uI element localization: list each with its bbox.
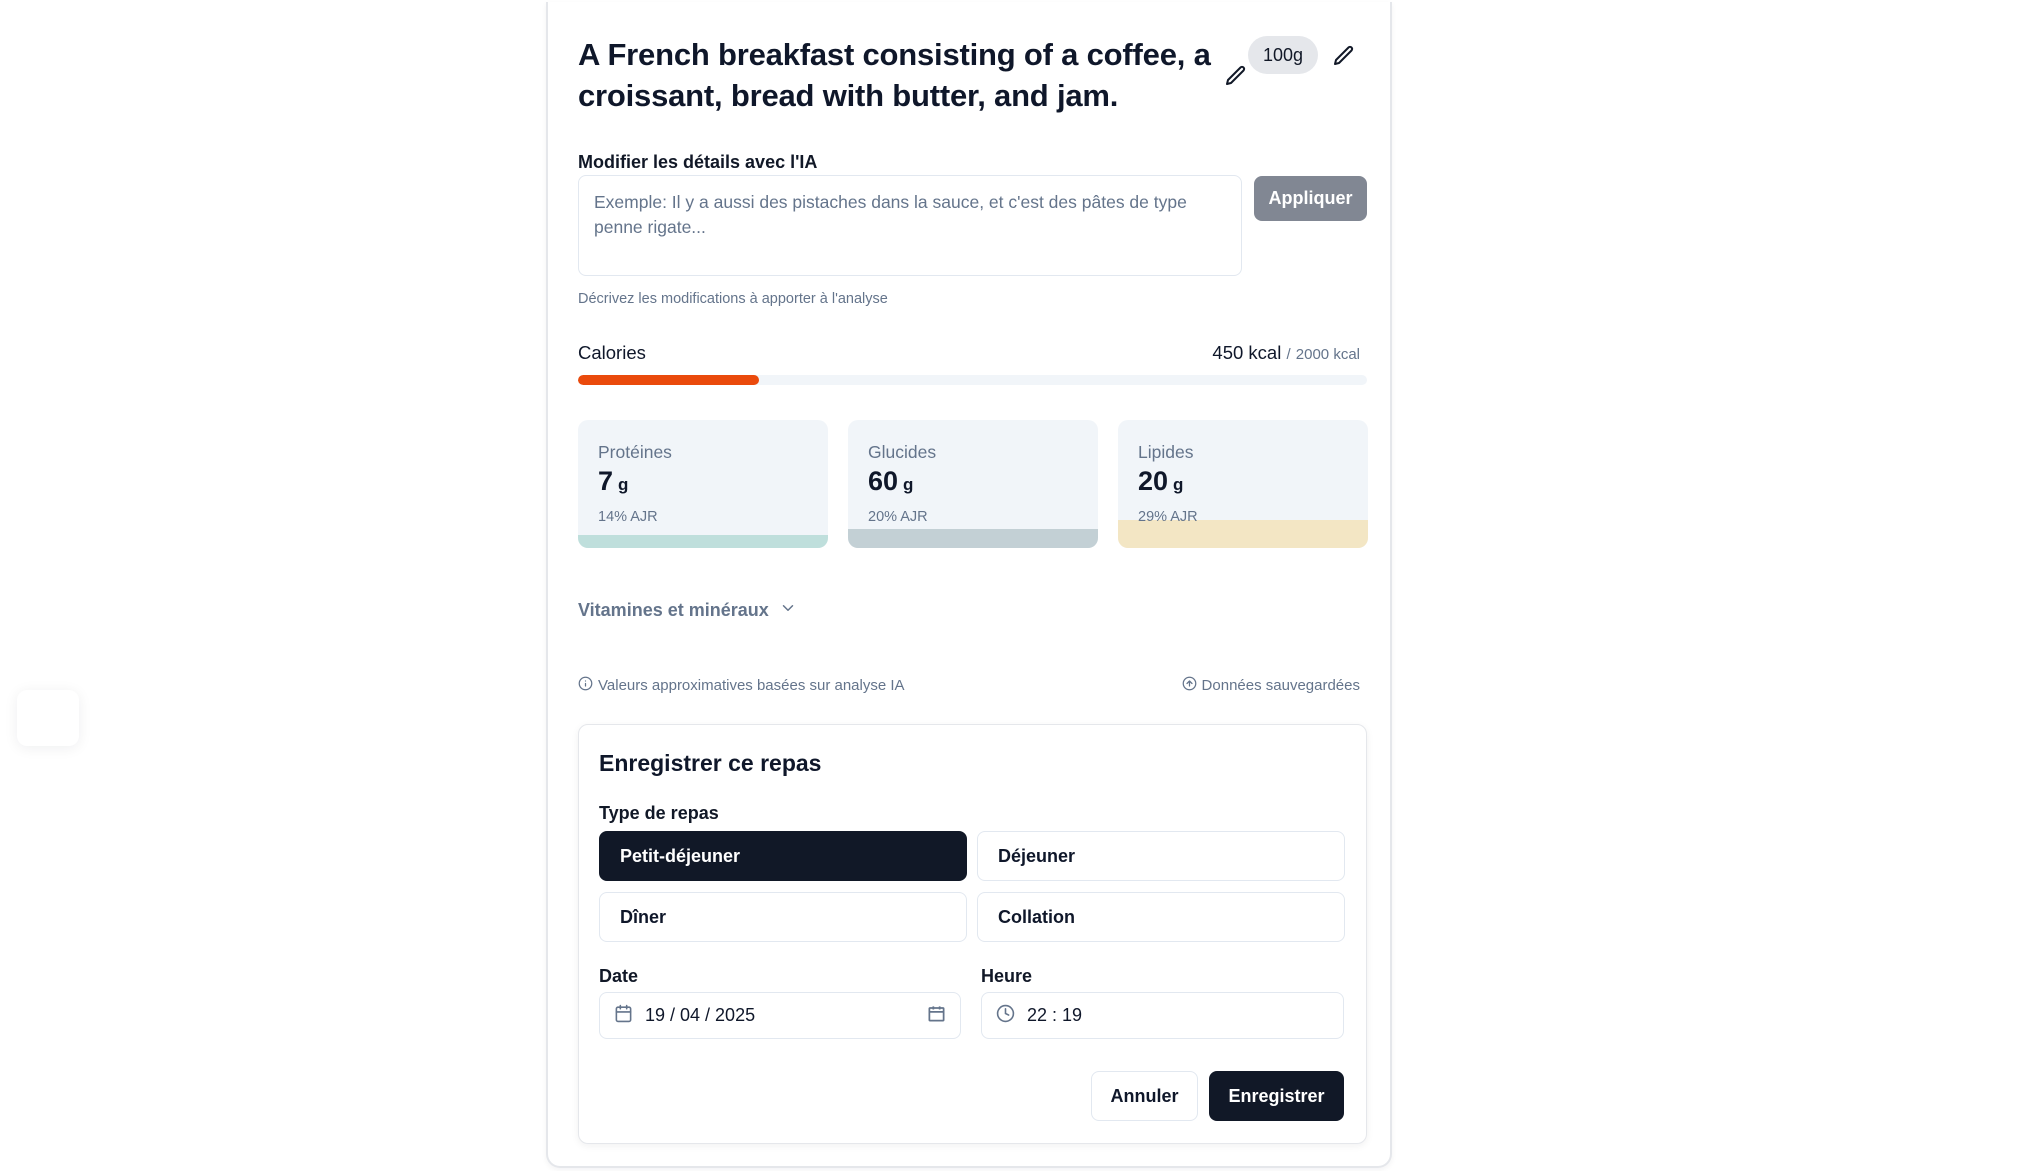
macro-name: Lipides [1138, 442, 1194, 462]
time-label: Heure [981, 966, 1033, 986]
calories-value: 450 kcal / 2000 kcal [1212, 342, 1360, 364]
cancel-button[interactable]: Annuler [1091, 1071, 1198, 1121]
save-button[interactable]: Enregistrer [1209, 1071, 1344, 1121]
macro-fill [848, 528, 1098, 548]
ai-edit-input[interactable] [578, 175, 1242, 276]
meal-type-snack[interactable]: Collation [977, 892, 1345, 942]
macro-card-fats: Lipides 20 g 29% AJR [1118, 420, 1368, 548]
macro-card-carbs: Glucides 60 g 20% AJR [848, 420, 1098, 548]
calories-progress-fill [578, 375, 760, 385]
macro-name: Glucides [868, 442, 937, 462]
meal-type-breakfast[interactable]: Petit-déjeuner [599, 831, 967, 881]
upload-circle-icon [1182, 676, 1197, 695]
approximation-text: Valeurs approximatives basées sur analys… [598, 677, 905, 694]
calendar-icon [614, 1004, 633, 1028]
save-meal-panel: Enregistrer ce repas Type de repas Petit… [578, 724, 1367, 1144]
ai-edit-hint: Décrivez les modifications à apporter à … [578, 291, 888, 307]
meal-analysis-card: A French breakfast consisting of a coffe… [546, 2, 1392, 1168]
approximation-note: Valeurs approximatives basées sur analys… [578, 676, 905, 695]
date-value: 19 / 04 / 2025 [645, 1005, 756, 1025]
saved-status-text: Données sauvegardées [1201, 677, 1360, 694]
macro-number: 60 [868, 466, 899, 496]
save-panel-title: Enregistrer ce repas [599, 750, 822, 776]
calories-label: Calories [578, 342, 646, 363]
macro-daily-percent: 14% AJR [598, 509, 658, 525]
floating-tile [17, 690, 79, 746]
macro-value: 7g [598, 466, 628, 497]
time-value: 22 : 19 [1027, 1005, 1083, 1025]
date-label: Date [599, 966, 639, 986]
macro-name: Protéines [598, 442, 672, 462]
edit-portion-icon[interactable] [1332, 44, 1356, 68]
macro-value: 60 g [868, 466, 913, 497]
edit-title-icon[interactable] [1224, 64, 1248, 88]
macro-unit: g [903, 475, 914, 494]
macro-number: 7 [598, 466, 614, 496]
calories-progress-bar [578, 375, 1367, 385]
ai-edit-label: Modifier les détails avec l'IA [578, 152, 818, 172]
clock-icon [996, 1004, 1015, 1028]
macro-daily-percent: 29% AJR [1138, 509, 1198, 525]
meal-type-lunch[interactable]: Déjeuner [977, 831, 1345, 881]
calories-separator: / [1286, 346, 1291, 363]
chevron-down-icon [779, 599, 797, 622]
portion-badge[interactable]: 100g [1248, 36, 1319, 74]
macro-fill [578, 535, 828, 548]
macro-unit: g [618, 475, 629, 494]
vitamins-toggle[interactable]: Vitamines et minéraux [578, 599, 797, 622]
vitamins-label: Vitamines et minéraux [578, 600, 769, 620]
date-picker-icon[interactable] [927, 1004, 946, 1028]
macro-daily-percent: 20% AJR [868, 509, 928, 525]
macro-value: 20 g [1138, 466, 1183, 497]
time-field[interactable]: 22 : 19 [981, 992, 1344, 1039]
meal-type-dinner[interactable]: Dîner [599, 892, 967, 942]
calories-current: 450 kcal [1212, 342, 1282, 363]
saved-status: Données sauvegardées [1182, 676, 1360, 695]
macro-card-proteins: Protéines 7g 14% AJR [578, 420, 828, 548]
apply-button[interactable]: Appliquer [1254, 176, 1367, 221]
meal-type-label: Type de repas [599, 803, 719, 823]
date-field[interactable]: 19 / 04 / 2025 [599, 992, 961, 1039]
info-icon [578, 676, 593, 695]
calories-goal: 2000 kcal [1295, 346, 1360, 363]
macro-number: 20 [1138, 466, 1169, 496]
macro-unit: g [1173, 475, 1184, 494]
meal-title: A French breakfast consisting of a coffe… [578, 37, 1211, 113]
